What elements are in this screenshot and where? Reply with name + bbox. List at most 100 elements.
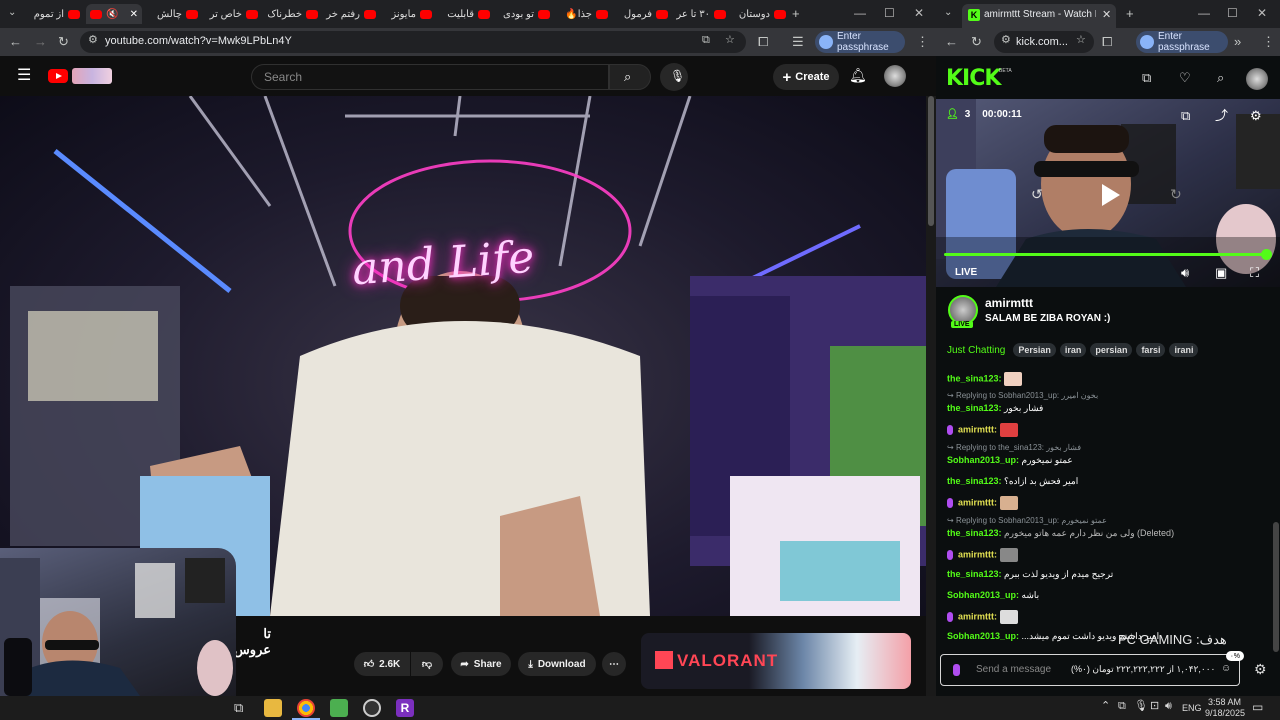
seek-handle[interactable] bbox=[1261, 249, 1272, 260]
hamburger-menu-icon[interactable]: ☰ bbox=[17, 68, 31, 84]
dislike-button[interactable]: 👎︎ bbox=[411, 652, 443, 676]
microphone-tray-icon[interactable]: 🎙 bbox=[1134, 701, 1148, 712]
chat-scrollbar[interactable] bbox=[1273, 522, 1279, 652]
back-icon[interactable]: ← bbox=[9, 35, 22, 48]
search-icon[interactable]: ⌕ bbox=[1217, 71, 1224, 84]
site-info-icon[interactable]: ⚙ bbox=[88, 35, 98, 46]
seek-bar[interactable] bbox=[944, 253, 1266, 256]
stream-player[interactable]: 👤︎ 3 00:00:11 ⧉ ⤴ ⚙ ↺ ↻ LIVE 🔊︎ ▣ ⛶ bbox=[936, 99, 1280, 287]
clip-icon[interactable]: ⧉ bbox=[1181, 109, 1190, 122]
tag-farsi[interactable]: farsi bbox=[1136, 343, 1166, 357]
tab-3[interactable]: چالش bbox=[148, 4, 198, 24]
close-window-icon[interactable]: ✕ bbox=[1257, 6, 1267, 20]
clock-time[interactable]: 3:58 AM bbox=[1208, 697, 1241, 707]
maximize-icon[interactable]: ☐ bbox=[1227, 6, 1238, 20]
tab-9[interactable]: تو بودی bbox=[500, 4, 550, 24]
video-player[interactable]: and Life bbox=[0, 96, 926, 616]
ad-banner[interactable]: VALORANT bbox=[641, 633, 911, 689]
tab-5[interactable]: خطرناک bbox=[266, 4, 318, 24]
clock-date[interactable]: 9/18/2025 bbox=[1205, 708, 1245, 718]
bookmark-star-icon[interactable]: ☆ bbox=[1076, 35, 1086, 46]
tray-app-icon[interactable]: ⧉ bbox=[1118, 701, 1126, 712]
task-view-icon[interactable]: ⧉ bbox=[234, 701, 243, 714]
tag-persian[interactable]: Persian bbox=[1013, 343, 1056, 357]
chat-settings-gear-icon[interactable]: ⚙ bbox=[1254, 662, 1267, 676]
youtube-logo-icon[interactable] bbox=[48, 69, 68, 83]
tab-10[interactable]: جذا🔥 bbox=[558, 4, 608, 24]
app-icon[interactable] bbox=[330, 699, 348, 717]
chat-username[interactable]: amirmttt bbox=[958, 611, 994, 621]
fullscreen-icon[interactable]: ⛶ bbox=[1250, 266, 1259, 279]
site-info-icon[interactable]: ⚙ bbox=[1001, 35, 1011, 46]
tab-7[interactable]: مایونز bbox=[382, 4, 432, 24]
page-scrollbar[interactable] bbox=[926, 96, 936, 696]
minimize-icon[interactable]: — bbox=[854, 6, 866, 20]
create-button[interactable]: + Create bbox=[773, 64, 839, 90]
share-icon[interactable]: ⤴ bbox=[1215, 109, 1228, 122]
chat-username[interactable]: the_sina123 bbox=[947, 403, 999, 413]
chat-username[interactable]: the_sina123 bbox=[947, 528, 999, 538]
extensions-icon[interactable]: ⧠ bbox=[758, 35, 768, 48]
emoji-icon[interactable]: ☺ bbox=[1221, 663, 1231, 674]
tag-irani[interactable]: irani bbox=[1169, 343, 1199, 357]
tab-13[interactable]: دوستان bbox=[734, 4, 786, 24]
tag-iran[interactable]: iran bbox=[1059, 343, 1087, 357]
chrome-icon[interactable] bbox=[297, 699, 315, 717]
chat-username[interactable]: the_sina123 bbox=[947, 476, 999, 486]
tray-chevron-icon[interactable]: ⌃ bbox=[1101, 701, 1110, 712]
menu-dots-icon[interactable]: ⋮ bbox=[916, 35, 929, 48]
tab-4[interactable]: خاص تر bbox=[206, 4, 258, 24]
chat-username[interactable]: Sobhan2013_up bbox=[947, 455, 1016, 465]
tab-12[interactable]: ۳۰ تا عر bbox=[676, 4, 726, 24]
minimize-icon[interactable]: — bbox=[1198, 6, 1210, 20]
category-link[interactable]: Just Chatting bbox=[947, 345, 1005, 356]
tab-active[interactable]: 🔇 ✕ bbox=[86, 4, 142, 24]
kick-logo[interactable]: KICK bbox=[946, 66, 1001, 91]
rockstar-launcher-icon[interactable]: R bbox=[396, 699, 414, 717]
omnibox[interactable]: ⚙ kick.com... ☆ bbox=[994, 31, 1094, 53]
notifications-bell-icon[interactable]: 🔔︎ bbox=[849, 68, 867, 82]
new-tab-icon[interactable]: + bbox=[792, 7, 800, 20]
chat-username[interactable]: the_sina123 bbox=[947, 569, 999, 579]
forward-icon[interactable]: → bbox=[34, 35, 47, 48]
forward-icon[interactable]: ↻ bbox=[1170, 187, 1182, 201]
enter-passphrase-button[interactable]: Enter passphrase bbox=[815, 31, 905, 53]
url-text[interactable]: kick.com... bbox=[1016, 36, 1068, 48]
bookmark-star-icon[interactable]: ☆ bbox=[725, 35, 735, 46]
maximize-icon[interactable]: ☐ bbox=[884, 6, 895, 20]
live-indicator[interactable]: LIVE bbox=[955, 267, 977, 278]
search-input[interactable]: Search bbox=[251, 64, 609, 90]
enter-passphrase-button[interactable]: Enter passphrase bbox=[1136, 31, 1228, 53]
browse-icon[interactable]: ⧉ bbox=[1142, 71, 1151, 84]
chat-username[interactable]: Sobhan2013_up bbox=[947, 631, 1016, 641]
search-button[interactable]: ⌕ bbox=[609, 64, 651, 90]
reload-icon[interactable]: ↻ bbox=[971, 35, 982, 48]
doodle-logo-icon[interactable] bbox=[72, 68, 112, 84]
network-icon[interactable]: ⊡ bbox=[1150, 701, 1159, 712]
menu-dots-icon[interactable]: ⋮ bbox=[1262, 35, 1275, 48]
more-chevron-icon[interactable]: » bbox=[1234, 35, 1241, 48]
tab-11[interactable]: فرمول bbox=[618, 4, 668, 24]
share-button[interactable]: ➦ Share bbox=[451, 652, 511, 676]
settings-gear-icon[interactable]: ⚙ bbox=[1250, 109, 1262, 122]
close-tab-icon[interactable]: ✕ bbox=[1102, 8, 1111, 21]
account-avatar[interactable] bbox=[884, 65, 906, 87]
tab-search-icon[interactable]: ⌄ bbox=[8, 8, 16, 18]
obs-icon[interactable] bbox=[363, 699, 381, 717]
tab-1[interactable]: از تموم bbox=[30, 4, 80, 24]
more-actions-button[interactable]: ⋯ bbox=[602, 652, 626, 676]
voice-search-button[interactable]: 🎙 bbox=[660, 63, 688, 91]
kick-tab[interactable]: K amirmttt Stream - Watch Live o ✕ bbox=[962, 4, 1116, 28]
language-indicator[interactable]: ENG bbox=[1182, 703, 1202, 713]
chat-username[interactable]: amirmttt bbox=[958, 424, 994, 434]
file-explorer-icon[interactable] bbox=[264, 699, 282, 717]
play-icon[interactable] bbox=[1102, 184, 1120, 206]
chat-input[interactable]: Send a message ۱,۰۴۲,۰۰۰ از ۲۲۲,۲۲۲,۲۲۲ … bbox=[940, 654, 1240, 686]
new-tab-icon[interactable]: + bbox=[1126, 7, 1134, 20]
close-tab-icon[interactable]: ✕ bbox=[130, 9, 138, 20]
omnibox[interactable]: ⚙ youtube.com/watch?v=Mwk9LPbLn4Y ⧉ ☆ bbox=[80, 31, 746, 53]
volume-tray-icon[interactable]: 🔊︎ bbox=[1165, 701, 1172, 712]
mini-player-icon[interactable]: ▣ bbox=[1215, 266, 1227, 279]
tab-search-icon[interactable]: ⌄ bbox=[944, 8, 952, 18]
close-window-icon[interactable]: ✕ bbox=[914, 6, 924, 20]
